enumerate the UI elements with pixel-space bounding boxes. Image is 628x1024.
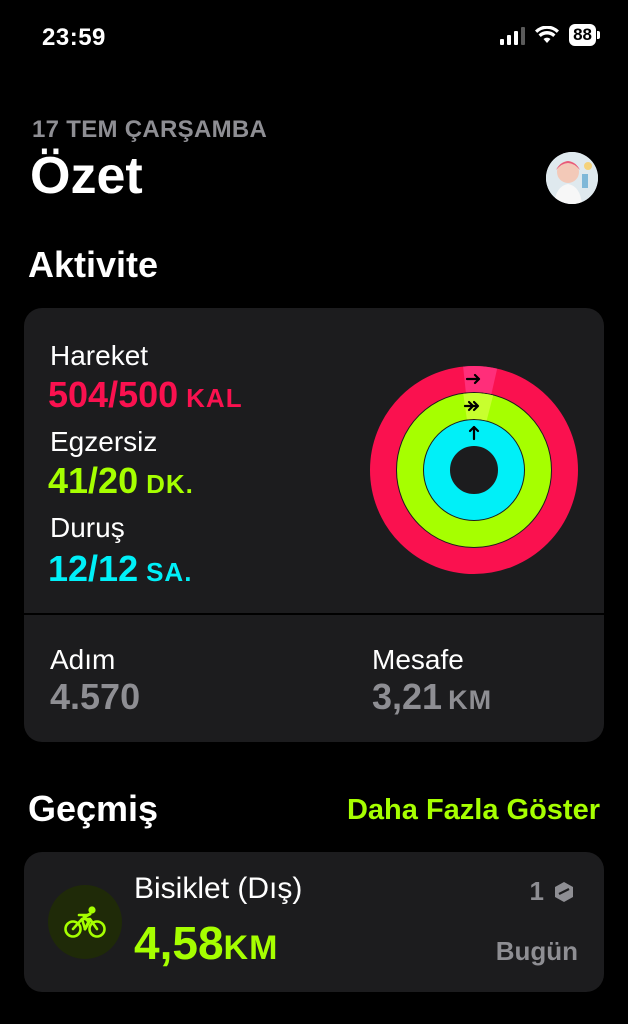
cellular-signal-icon (500, 25, 526, 45)
move-value-row: 504/500 KAL (48, 374, 243, 416)
exercise-unit: DK. (146, 469, 194, 499)
avatar-image (546, 152, 598, 204)
workout-count: 1 (530, 876, 576, 907)
steps-label: Adım (50, 644, 116, 675)
exercise-label: Egzersiz (50, 426, 158, 457)
stand-value-row: 12/12 SA. (48, 548, 192, 590)
activity-section-title: Aktivite (28, 244, 159, 285)
stand-label: Duruş (50, 512, 125, 543)
history-section-title: Geçmiş (28, 788, 159, 829)
activity-card[interactable]: Hareket 504/500 KAL Egzersiz 41/20 DK. Dur… (24, 308, 604, 742)
profile-avatar[interactable] (546, 152, 598, 204)
workout-distance: 4,58 (134, 917, 224, 969)
date-label: 17 TEM ÇARŞAMBA (32, 116, 268, 143)
exercise-ring (397, 393, 551, 547)
status-time: 23:59 (42, 24, 106, 51)
workout-date: Bugün (495, 936, 578, 966)
distance-value-row: 3,21 KM (372, 676, 492, 718)
distance-label: Mesafe (372, 644, 464, 675)
stand-ring (424, 420, 524, 520)
move-label: Hareket (50, 340, 149, 371)
battery-level: 88 (569, 24, 596, 46)
move-value: 504/500 (48, 374, 179, 415)
workout-card[interactable]: Bisiklet (Dış) 4,58KM 1 Bugün (24, 852, 604, 992)
activity-rings[interactable] (367, 363, 581, 577)
page-title: Özet (30, 147, 143, 205)
wifi-icon (535, 26, 560, 43)
distance-unit: KM (448, 685, 493, 715)
bicycle-icon (64, 906, 106, 938)
move-unit: KAL (186, 383, 243, 413)
device-hexagon-icon (555, 881, 573, 902)
steps-value: 4.570 (50, 676, 141, 717)
distance-value: 3,21 (372, 676, 443, 717)
workout-unit: KM (223, 929, 279, 967)
status-bar: 23:59 88 (0, 0, 628, 70)
workout-icon-badge (48, 885, 122, 959)
activity-card-divider (24, 613, 604, 615)
stand-unit: SA. (146, 557, 193, 587)
workout-value-row: 4,58KM (134, 916, 278, 970)
workout-count-value: 1 (529, 876, 544, 906)
exercise-value: 41/20 (48, 460, 139, 501)
summary-screen: 23:59 88 17 TEM ÇARŞAMBA Özet Aktivite H… (0, 0, 628, 1024)
status-icons: 88 (500, 24, 600, 46)
stand-value: 12/12 (48, 548, 139, 589)
exercise-value-row: 41/20 DK. (48, 460, 194, 502)
show-more-link[interactable]: Daha Fazla Göster (347, 794, 600, 827)
workout-name: Bisiklet (Dış) (134, 872, 303, 905)
battery-indicator: 88 (569, 24, 600, 46)
